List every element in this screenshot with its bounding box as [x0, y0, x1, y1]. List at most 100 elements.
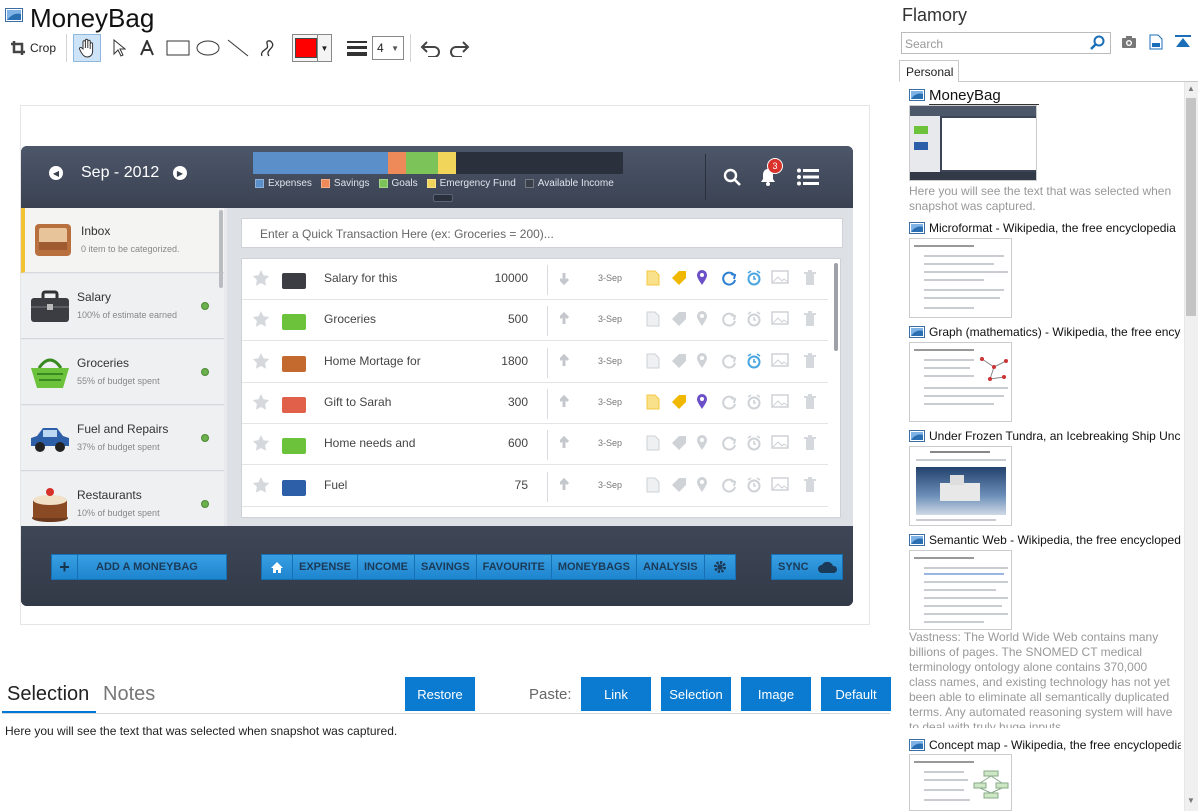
alarm-clock-icon[interactable] — [746, 270, 762, 286]
star-icon[interactable] — [252, 434, 270, 452]
repeat-icon[interactable] — [721, 394, 737, 410]
line-tool-button[interactable] — [224, 34, 252, 62]
trash-icon[interactable] — [804, 311, 820, 327]
image-icon[interactable] — [771, 476, 789, 493]
redo-button[interactable] — [446, 34, 474, 62]
star-icon[interactable] — [252, 476, 270, 494]
repeat-icon[interactable] — [721, 270, 737, 286]
tag-icon[interactable] — [671, 270, 687, 286]
paste-default-button[interactable]: Default — [821, 677, 891, 711]
alarm-clock-icon[interactable] — [746, 476, 762, 493]
crop-button[interactable]: Crop — [6, 34, 60, 62]
transaction-row[interactable]: Home Mortage for 1800 3-Sep — [242, 342, 828, 383]
sync-button[interactable]: SYNC — [771, 554, 843, 580]
transaction-row[interactable]: Gift to Sarah 300 3-Sep — [242, 383, 828, 424]
location-pin-icon[interactable] — [696, 270, 712, 286]
image-icon[interactable] — [771, 270, 789, 286]
snapshot-thumbnail[interactable] — [909, 238, 1012, 318]
nav-analysis[interactable]: ANALYSIS — [636, 555, 705, 579]
star-icon[interactable] — [252, 352, 270, 370]
rectangle-tool-button[interactable] — [164, 34, 192, 62]
scroll-to-top-icon[interactable] — [1175, 35, 1191, 49]
snapshot-canvas[interactable]: ◀ Sep - 2012 ▶ Expenses Savings Goals Em… — [20, 105, 870, 625]
transaction-row[interactable]: Salary for this 10000 3-Sep — [242, 259, 828, 300]
select-tool-button[interactable] — [106, 34, 132, 62]
text-tool-button[interactable] — [134, 34, 160, 62]
note-icon[interactable] — [646, 353, 662, 369]
image-icon[interactable] — [771, 352, 789, 369]
paste-link-button[interactable]: Link — [581, 677, 651, 711]
nav-expense[interactable]: EXPENSE — [293, 555, 358, 579]
sidebar-scrollbar[interactable] — [219, 210, 223, 288]
note-icon[interactable] — [646, 435, 662, 451]
nav-moneybags[interactable]: MONEYBAGS — [551, 555, 637, 579]
hand-tool-button[interactable] — [73, 34, 101, 62]
tab-notes[interactable]: Notes — [103, 683, 155, 706]
location-pin-icon[interactable] — [696, 311, 712, 327]
repeat-icon[interactable] — [721, 435, 737, 451]
snapshot-title[interactable]: Concept map - Wikipedia, the free encycl… — [929, 738, 1181, 752]
location-pin-icon[interactable] — [696, 352, 712, 369]
sidebar-item-salary[interactable]: Salary 100% of estimate earned — [21, 274, 224, 339]
document-icon[interactable] — [1149, 34, 1163, 50]
undo-button[interactable] — [416, 34, 444, 62]
image-icon[interactable] — [771, 311, 789, 327]
snapshot-title[interactable]: Under Frozen Tundra, an Icebreaking Ship… — [929, 429, 1181, 443]
ellipse-tool-button[interactable] — [194, 34, 222, 62]
trash-icon[interactable] — [804, 393, 820, 410]
list-scrollbar[interactable] — [834, 263, 838, 351]
tab-personal[interactable]: Personal — [899, 60, 959, 82]
trash-icon[interactable] — [804, 435, 820, 451]
add-moneybag-button[interactable]: + ADD A MONEYBAG — [51, 554, 227, 580]
snapshot-thumbnail[interactable] — [909, 105, 1037, 181]
tag-icon[interactable] — [671, 435, 687, 451]
trash-icon[interactable] — [804, 476, 820, 493]
tag-icon[interactable] — [671, 477, 687, 493]
star-icon[interactable] — [252, 310, 270, 328]
snapshot-thumbnail[interactable] — [909, 550, 1012, 630]
sidebar-item-inbox[interactable]: Inbox 0 item to be categorized. — [21, 208, 224, 273]
restore-button[interactable]: Restore — [405, 677, 475, 711]
nav-savings[interactable]: SAVINGS — [414, 555, 477, 579]
scrollbar-thumb[interactable] — [1186, 98, 1196, 316]
snapshot-thumbnail[interactable] — [909, 446, 1012, 526]
list-menu-icon[interactable] — [797, 168, 819, 186]
sidebar-item-groceries[interactable]: Groceries 55% of budget spent — [21, 340, 224, 405]
prev-month-icon[interactable]: ◀ — [49, 166, 63, 180]
transaction-row[interactable]: Fuel 75 3-Sep — [242, 466, 828, 507]
search-input[interactable]: Search — [901, 32, 1111, 54]
note-icon[interactable] — [646, 311, 662, 327]
camera-icon[interactable] — [1122, 36, 1136, 48]
trash-icon[interactable] — [804, 270, 820, 286]
sidebar-item-fuel-and-repairs[interactable]: Fuel and Repairs 37% of budget spent — [21, 406, 224, 471]
tag-icon[interactable] — [671, 311, 687, 327]
line-width-button[interactable] — [343, 34, 371, 62]
transaction-row[interactable]: Groceries 500 3-Sep — [242, 300, 828, 342]
sidebar-item-restaurants[interactable]: Restaurants 10% of budget spent — [21, 472, 224, 526]
snapshot-title[interactable]: MoneyBag — [929, 87, 1039, 105]
alarm-clock-icon[interactable] — [746, 311, 762, 327]
quick-transaction-input[interactable]: Enter a Quick Transaction Here (ex: Groc… — [241, 218, 843, 248]
tab-selection[interactable]: Selection — [7, 683, 89, 706]
next-month-icon[interactable]: ▶ — [173, 166, 187, 180]
scroll-up-icon[interactable]: ▲ — [1187, 84, 1195, 93]
search-icon[interactable] — [723, 168, 741, 186]
snapshot-title[interactable]: Graph (mathematics) - Wikipedia, the fre… — [929, 325, 1181, 339]
line-width-select[interactable]: 4 ▼ — [372, 36, 404, 60]
tag-icon[interactable] — [671, 353, 687, 369]
scroll-down-icon[interactable]: ▼ — [1187, 796, 1195, 805]
note-icon[interactable] — [646, 270, 662, 286]
paste-image-button[interactable]: Image — [741, 677, 811, 711]
image-icon[interactable] — [771, 435, 789, 451]
repeat-icon[interactable] — [721, 311, 737, 327]
color-picker[interactable]: ▼ — [292, 34, 332, 62]
nav-income[interactable]: INCOME — [357, 555, 415, 579]
alarm-clock-icon[interactable] — [746, 352, 762, 369]
image-icon[interactable] — [771, 394, 789, 410]
alarm-clock-icon[interactable] — [746, 435, 762, 451]
note-icon[interactable] — [646, 394, 662, 410]
repeat-icon[interactable] — [721, 353, 737, 369]
snapshot-thumbnail[interactable] — [909, 754, 1012, 811]
home-button[interactable] — [262, 555, 293, 579]
star-icon[interactable] — [252, 269, 270, 287]
